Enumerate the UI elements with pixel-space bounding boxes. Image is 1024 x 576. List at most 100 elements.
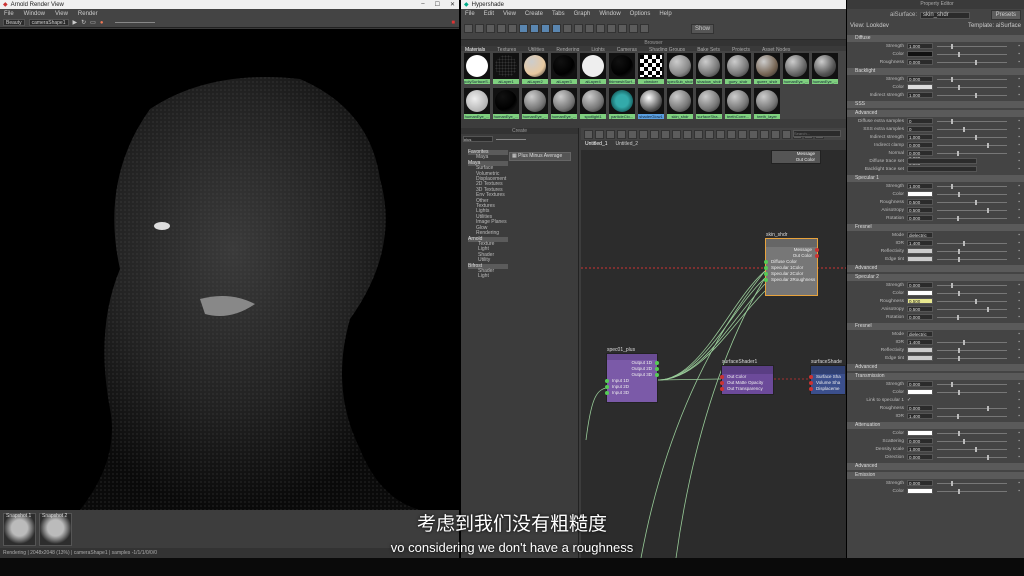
map-button-icon[interactable]: ▪	[1018, 315, 1024, 320]
attribute-value-field[interactable]: 1.000	[907, 134, 933, 140]
node-editor-tool-icon[interactable]	[749, 129, 758, 139]
color-swatch[interactable]	[907, 488, 933, 494]
attribute-slider[interactable]	[937, 92, 1007, 98]
menu-item-graph[interactable]: Graph	[574, 11, 591, 17]
map-button-icon[interactable]: ▪	[1018, 151, 1024, 156]
attribute-slider[interactable]	[937, 43, 1007, 49]
surface-shader-sg-node[interactable]: surfaceShade Surface Sha Volume Sha Displa…	[809, 359, 846, 395]
attribute-value-field[interactable]	[907, 158, 977, 164]
map-button-icon[interactable]: ▪	[1018, 233, 1024, 238]
menu-item-view[interactable]: View	[503, 11, 516, 17]
node-editor-tool-icon[interactable]	[628, 129, 637, 139]
node-editor-tool-icon[interactable]	[617, 129, 626, 139]
attribute-value-field[interactable]: 0.500	[907, 207, 933, 213]
menu-item-window[interactable]: Window	[599, 11, 620, 17]
top-output-node[interactable]: Message Out Color	[771, 150, 821, 164]
map-button-icon[interactable]: ▪	[1018, 332, 1024, 337]
attribute-slider[interactable]	[937, 51, 1007, 57]
attribute-slider[interactable]	[937, 298, 1007, 304]
attribute-slider[interactable]	[937, 84, 1007, 90]
attribute-value-field[interactable]: 0.000	[907, 215, 933, 221]
tree-item[interactable]: Light	[468, 273, 508, 279]
map-button-icon[interactable]: ▪	[1018, 60, 1024, 65]
node-name-field[interactable]: skin_shdr	[920, 11, 971, 19]
material-swatch[interactable]: specSub_shdr	[667, 53, 693, 85]
map-button-icon[interactable]: ▪	[1018, 44, 1024, 49]
material-swatch[interactable]: checker	[638, 53, 664, 85]
map-button-icon[interactable]: ▪	[1018, 216, 1024, 221]
attribute-slider[interactable]	[937, 339, 1007, 345]
node-editor-tool-icon[interactable]	[738, 129, 747, 139]
attribute-slider[interactable]	[937, 430, 1007, 436]
port-connector[interactable]	[605, 379, 609, 383]
port-connector[interactable]	[720, 381, 724, 385]
attribute-slider[interactable]	[937, 215, 1007, 221]
section-header-specular-2[interactable]: Specular 2	[847, 274, 1024, 281]
map-button-icon[interactable]: ▪	[1018, 200, 1024, 205]
map-button-icon[interactable]: ▪	[1018, 299, 1024, 304]
surface-shader1-node[interactable]: surfaceShader1 Out Color Out Matte Opacit…	[720, 359, 774, 395]
port-connector[interactable]	[655, 361, 659, 365]
tab-untitled-1[interactable]: Untitled_1	[585, 141, 608, 147]
toolbar-tool-icon[interactable]	[475, 24, 484, 33]
attribute-slider[interactable]	[937, 207, 1007, 213]
attribute-slider[interactable]	[937, 454, 1007, 460]
node-graph-canvas[interactable]: Message Out Color skin_shdr Message Out C…	[581, 150, 846, 558]
node-editor-tool-icon[interactable]	[771, 129, 780, 139]
render-canvas[interactable]	[0, 29, 459, 510]
map-button-icon[interactable]: ▪	[1018, 93, 1024, 98]
menu-item-options[interactable]: Options	[630, 11, 651, 17]
attribute-value-field[interactable]: 0.000	[907, 142, 933, 148]
port-connector[interactable]	[809, 375, 813, 379]
attribute-value-field[interactable]: 1.000	[907, 92, 933, 98]
attribute-value-field[interactable]: 0	[907, 118, 933, 124]
map-button-icon[interactable]: ▪	[1018, 159, 1024, 164]
section-header-advanced[interactable]: Advanced	[847, 364, 1024, 371]
map-button-icon[interactable]: ▪	[1018, 249, 1024, 254]
material-swatch[interactable]: humanEye_...	[464, 88, 490, 120]
attribute-slider[interactable]	[937, 347, 1007, 353]
section-header-specular-1[interactable]: Specular 1	[847, 175, 1024, 182]
map-button-icon[interactable]: ▪	[1018, 192, 1024, 197]
attribute-value-field[interactable]: 1.400	[907, 413, 933, 419]
node-editor-tool-icon[interactable]	[760, 129, 769, 139]
port-connector[interactable]	[809, 387, 813, 391]
material-swatch[interactable]: thirmeshSurf...	[609, 53, 635, 85]
map-button-icon[interactable]: ▪	[1018, 167, 1024, 172]
map-button-icon[interactable]: ▪	[1018, 291, 1024, 296]
port-connector[interactable]	[815, 248, 819, 252]
attribute-slider[interactable]	[937, 389, 1007, 395]
port-connector[interactable]	[655, 367, 659, 371]
menu-item-create[interactable]: Create	[525, 11, 543, 17]
section-header-advanced[interactable]: Advanced	[847, 463, 1024, 470]
map-button-icon[interactable]: ▪	[1018, 283, 1024, 288]
section-header-transmission[interactable]: Transmission	[847, 373, 1024, 380]
presets-button[interactable]: Presets	[990, 10, 1021, 20]
color-swatch[interactable]	[907, 256, 933, 262]
attribute-value-field[interactable]: 1.000	[907, 43, 933, 49]
refresh-icon[interactable]: ↻	[81, 19, 86, 26]
map-button-icon[interactable]: ▪	[1018, 340, 1024, 345]
color-swatch[interactable]	[907, 389, 933, 395]
section-header-diffuse[interactable]: Diffuse	[847, 35, 1024, 42]
material-swatch[interactable]: spotlight1	[580, 88, 606, 120]
search-input[interactable]	[463, 136, 493, 142]
exposure-slider[interactable]	[115, 22, 156, 23]
port-connector[interactable]	[720, 375, 724, 379]
map-button-icon[interactable]: ▪	[1018, 348, 1024, 353]
menu-item-file[interactable]: File	[4, 11, 14, 17]
attribute-slider[interactable]	[937, 314, 1007, 320]
node-editor-tool-icon[interactable]	[782, 129, 791, 139]
show-button[interactable]: Show	[691, 23, 715, 34]
toolbar-tool-icon[interactable]	[464, 24, 473, 33]
material-swatch[interactable]: shaderGlow1	[638, 88, 664, 120]
attribute-value-field[interactable]: 0.000	[907, 454, 933, 460]
attribute-value-field[interactable]: 0.000	[907, 438, 933, 444]
attribute-slider[interactable]	[937, 240, 1007, 246]
section-header-advanced[interactable]: Advanced	[847, 265, 1024, 272]
port-connector[interactable]	[720, 387, 724, 391]
attribute-slider[interactable]	[937, 142, 1007, 148]
attribute-value-field[interactable]: 1.000	[907, 183, 933, 189]
toolbar-tool-icon[interactable]	[563, 24, 572, 33]
node-editor-tool-icon[interactable]	[639, 129, 648, 139]
